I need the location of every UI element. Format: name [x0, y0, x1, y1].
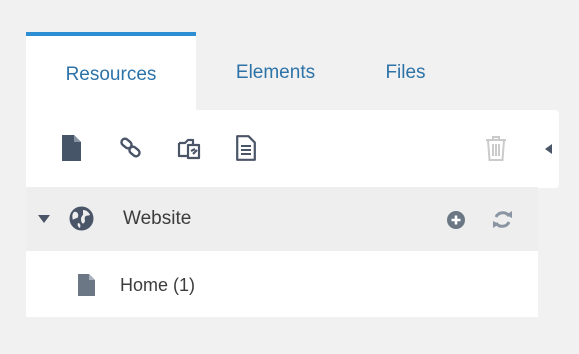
new-weblink-button[interactable] — [118, 133, 144, 163]
tree-node-home-label: Home (1) — [120, 275, 196, 295]
weblink-icon — [120, 137, 141, 158]
tab-resources[interactable]: Resources — [26, 32, 196, 110]
tree-node-home[interactable]: Home (1) — [26, 251, 538, 317]
tree-node-website-label: Website — [123, 208, 192, 229]
collapse-panel-handle[interactable] — [538, 110, 559, 188]
resource-tree-panel: Resources Elements Files Website Home (1… — [26, 32, 538, 317]
symlink-icon — [177, 138, 201, 160]
add-circle-icon[interactable] — [447, 211, 465, 229]
globe-icon — [69, 206, 94, 231]
static-resource-icon — [236, 135, 256, 161]
tab-elements-label: Elements — [235, 62, 316, 83]
caret-down-icon[interactable] — [38, 215, 50, 224]
tree-node-website[interactable]: Website — [26, 188, 538, 251]
refresh-icon[interactable] — [492, 209, 513, 230]
tree-toolbar — [26, 110, 538, 188]
tab-resources-label: Resources — [65, 64, 157, 85]
new-document-button[interactable] — [58, 133, 84, 163]
document-icon — [78, 274, 95, 296]
tab-content: Website Home (1) — [26, 110, 538, 317]
trash-icon — [486, 136, 506, 161]
tab-bar: Resources Elements Files — [26, 32, 538, 110]
tab-files[interactable]: Files — [368, 32, 443, 110]
tab-files-label: Files — [385, 62, 426, 83]
tab-elements[interactable]: Elements — [208, 32, 343, 110]
caret-left-icon — [545, 144, 552, 154]
new-document-icon — [61, 135, 81, 161]
new-symlink-button[interactable] — [176, 133, 202, 163]
purge-trash-button[interactable] — [483, 133, 509, 163]
new-static-resource-button[interactable] — [233, 133, 259, 163]
